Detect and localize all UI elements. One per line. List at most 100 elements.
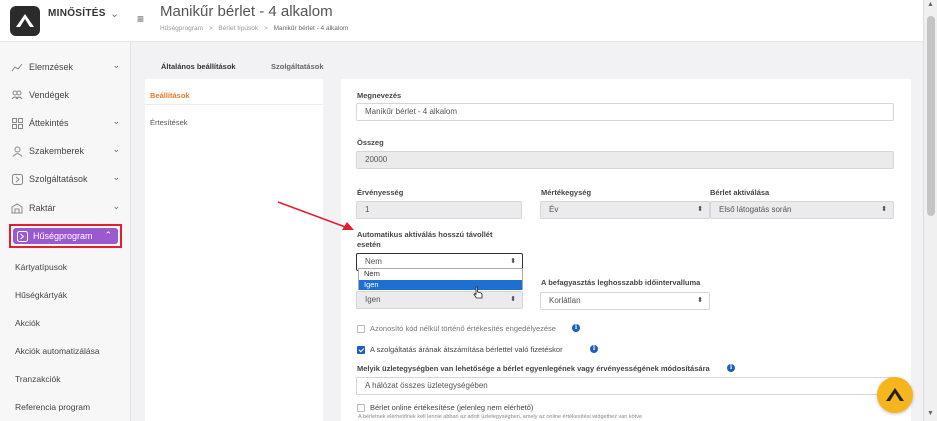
select-arrows-icon: ⬍	[697, 297, 703, 304]
chevron-down-icon: ⌄	[112, 201, 120, 211]
brand-logo-icon	[886, 388, 904, 401]
chart-icon	[10, 60, 24, 74]
help-fab-button[interactable]	[877, 377, 913, 413]
brand-header[interactable]: MINŐSÍTÉS ⌄	[0, 0, 131, 42]
sidebar-item-label: Raktár	[29, 203, 56, 213]
activation-select-value: Első látogatás során	[719, 205, 792, 214]
online-checkbox-label: Bérlet online értékesítése (jelenleg nem…	[370, 403, 534, 412]
sidebar: MINŐSÍTÉS ⌄ Elemzések ⌄ Vendégek Áttekin…	[0, 0, 131, 421]
info-icon[interactable]: i	[727, 364, 735, 372]
brand-logo	[10, 6, 40, 36]
page-scrollbar[interactable]: ▲ ▼	[923, 0, 937, 421]
stores-select[interactable]: A hálózat összes üzletegységében	[356, 377, 894, 395]
auto-activation-select-value: Nem	[365, 257, 382, 266]
chevron-down-icon: ⌄	[112, 60, 120, 70]
sidebar-item-label: Hűségprogram	[33, 231, 93, 241]
scroll-down-icon[interactable]: ▼	[927, 410, 934, 417]
auto-activation-label: Automatikus aktiválás hosszú távollét es…	[357, 230, 493, 249]
sidebar-subitem-referencia-program[interactable]: Referencia program	[15, 402, 90, 412]
scrollbar-thumb[interactable]	[927, 16, 935, 216]
loyalty-icon	[17, 230, 28, 242]
menu-item-ertesitesek[interactable]: Értesítések	[150, 118, 188, 127]
chevron-up-icon: ⌃	[104, 230, 112, 240]
menu-icon[interactable]: ≡	[137, 12, 144, 26]
person-icon	[10, 144, 24, 158]
top-bar: ≡ Manikűr bérlet - 4 alkalom Hűségprogra…	[131, 0, 923, 42]
brand-name: MINŐSÍTÉS	[48, 8, 106, 19]
select-arrows-icon: ⬍	[881, 206, 887, 213]
amount-label: Összeg	[357, 138, 384, 147]
select-arrows-icon: ⬍	[697, 206, 703, 213]
breadcrumb-separator: >	[263, 25, 268, 32]
sidebar-item-husegprogram[interactable]: Hűségprogram ⌃	[9, 224, 122, 248]
name-label: Megnevezés	[357, 91, 402, 100]
tab-szolgaltatasok[interactable]: Szolgáltatások	[271, 62, 324, 71]
freeze-interval-select[interactable]: Korlátlan ⬍	[540, 292, 710, 310]
online-note: A bérletnek elérhetőnek kell lennie abba…	[358, 414, 643, 420]
unit-select[interactable]: Év ⬍	[540, 201, 710, 219]
online-checkbox[interactable]	[357, 404, 365, 412]
app-root: MINŐSÍTÉS ⌄ Elemzések ⌄ Vendégek Áttekin…	[0, 0, 937, 421]
chevron-down-icon: ⌄	[112, 172, 120, 182]
info-icon[interactable]: i	[590, 345, 598, 353]
sidebar-subitem-husegkartyak[interactable]: Hűségkártyák	[15, 290, 67, 300]
price-checkbox[interactable]	[357, 346, 365, 354]
sidebar-item-active[interactable]: Hűségprogram ⌃	[13, 228, 118, 244]
breadcrumb-separator: >	[208, 25, 213, 32]
sidebar-item-label: Áttekintés	[29, 118, 69, 128]
freeze-interval-label: A befagyasztás leghosszabb időintervallu…	[541, 278, 701, 287]
warehouse-icon	[10, 201, 24, 215]
amount-field[interactable]: 20000	[356, 151, 894, 169]
sidebar-subitem-kartyatipusok[interactable]: Kártyatípusok	[15, 262, 67, 272]
chevron-down-icon: ⌄	[112, 116, 120, 126]
freeze-select[interactable]: Igen ⬍	[356, 291, 523, 309]
sidebar-item-label: Szakemberek	[29, 146, 85, 156]
name-field[interactable]: Manikűr bérlet - 4 alkalom	[356, 103, 894, 121]
grid-icon	[10, 116, 24, 130]
sidebar-item-raktar[interactable]: Raktár ⌄	[10, 198, 122, 218]
chevron-down-icon: ⌄	[112, 144, 120, 154]
breadcrumb-item[interactable]: Hűségprogram	[160, 25, 203, 32]
code-checkbox-label: Azonosító kód nélkül történő értékesítés…	[370, 324, 556, 333]
menu-item-beallitasok[interactable]: Beállítások	[150, 91, 190, 100]
auto-activation-dropdown: Nem Igen	[358, 268, 523, 290]
divider	[145, 104, 323, 105]
select-arrows-icon: ⬍	[510, 296, 516, 303]
info-icon[interactable]: i	[572, 324, 580, 332]
activation-label: Bérlet aktiválása	[710, 188, 770, 197]
unit-select-value: Év	[549, 205, 559, 214]
tab-altalanos-beallitasok[interactable]: Általános beállítások	[161, 62, 236, 71]
scroll-up-icon[interactable]: ▲	[927, 1, 934, 8]
validity-field[interactable]: 1	[356, 201, 522, 219]
sidebar-subitem-akciok[interactable]: Akciók	[15, 318, 40, 328]
users-icon	[10, 88, 24, 102]
activation-select[interactable]: Első látogatás során ⬍	[710, 201, 894, 219]
sidebar-item-vendegek[interactable]: Vendégek	[10, 85, 122, 105]
breadcrumb-current: Manikűr bérlet - 4 alkalom	[273, 25, 349, 32]
sidebar-item-label: Elemzések	[29, 62, 74, 72]
service-icon	[10, 172, 24, 186]
sidebar-item-elemzesek[interactable]: Elemzések ⌄	[10, 57, 122, 77]
breadcrumb-item[interactable]: Bérlet típusok	[218, 25, 258, 32]
sidebar-item-attekintes[interactable]: Áttekintés ⌄	[10, 113, 122, 133]
settings-menu: Beállítások Értesítések	[145, 79, 323, 421]
code-checkbox[interactable]	[357, 325, 365, 333]
sidebar-item-szakemberek[interactable]: Szakemberek ⌄	[10, 141, 122, 161]
sidebar-item-label: Vendégek	[29, 90, 70, 100]
breadcrumb: Hűségprogram > Bérlet típusok > Manikűr …	[160, 25, 348, 32]
validity-label: Érvényesség	[357, 188, 404, 197]
freeze-select-value: Igen	[365, 295, 381, 304]
dropdown-option-igen[interactable]: Igen	[359, 280, 522, 290]
chevron-down-icon[interactable]: ⌄	[110, 7, 119, 20]
sidebar-subitem-akciok-automatizalasa[interactable]: Akciók automatizálása	[15, 346, 100, 356]
stores-label: Melyik üzletegységben van lehetősége a b…	[357, 364, 710, 373]
sidebar-subitem-tranzakciok[interactable]: Tranzakciók	[15, 374, 61, 384]
sidebar-item-szolgaltatasok[interactable]: Szolgáltatások ⌄	[10, 169, 122, 189]
page-title: Manikűr bérlet - 4 alkalom	[160, 3, 333, 20]
freeze-interval-select-value: Korlátlan	[549, 296, 581, 305]
sidebar-item-label: Szolgáltatások	[29, 174, 88, 184]
dropdown-option-nem[interactable]: Nem	[359, 269, 522, 279]
unit-label: Mértékegység	[541, 188, 592, 197]
price-checkbox-label: A szolgáltatás árának átszámítása bérlet…	[370, 345, 563, 354]
annotation-arrow-icon	[277, 201, 354, 230]
